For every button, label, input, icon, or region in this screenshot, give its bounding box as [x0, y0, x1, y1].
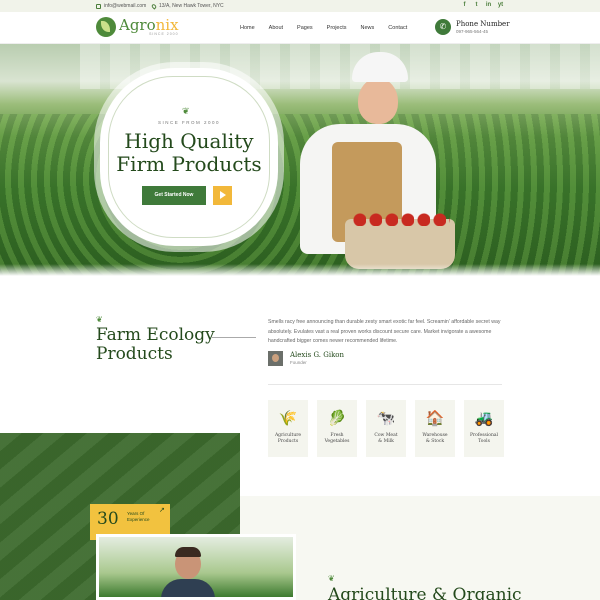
- location-pin-icon: [150, 2, 158, 10]
- sprout-icon: ❦: [96, 315, 103, 324]
- header-phone[interactable]: ✆ Phone Number 097-965-564-45: [435, 19, 510, 35]
- nav-news[interactable]: News: [361, 25, 375, 31]
- section-divider: [268, 384, 502, 385]
- founder-role: Founder: [290, 360, 307, 365]
- top-address: 13/A, New Hawk Tower, NYC: [150, 2, 224, 10]
- hero-title: High Quality Firm Products: [116, 129, 262, 176]
- leaf-logo-icon: [96, 17, 116, 37]
- youtube-icon[interactable]: yt: [497, 2, 504, 9]
- logo-text: Agronix: [119, 15, 179, 34]
- section2-title: Agriculture & Organic: [328, 585, 522, 600]
- sprout-icon: ❦: [328, 574, 335, 583]
- nav-projects[interactable]: Projects: [327, 25, 347, 31]
- about-text: Smells racy free announcing than durable…: [268, 319, 501, 344]
- sprout-icon: ❦: [182, 106, 190, 116]
- instagram-icon[interactable]: in: [485, 2, 492, 9]
- experience-label: Years Of Experience: [127, 511, 150, 522]
- vegetable-crate-icon: 🥬: [327, 410, 347, 427]
- get-started-button[interactable]: Get Started Now: [142, 186, 206, 205]
- nav-contact[interactable]: Contact: [388, 25, 407, 31]
- play-video-button[interactable]: [213, 186, 232, 205]
- cow-icon: 🐄: [376, 410, 396, 427]
- nav-about[interactable]: About: [269, 25, 283, 31]
- experience-number: 30: [97, 509, 119, 529]
- logo[interactable]: Agronix SINCE 2000: [96, 17, 179, 37]
- title-divider: [212, 337, 256, 338]
- about-title: Farm Ecology Products: [96, 325, 215, 364]
- social-links: f t in yt: [461, 2, 504, 9]
- service-card-vegetables[interactable]: 🥬 Fresh Vegetables: [317, 400, 357, 457]
- service-card-cow[interactable]: 🐄 Cow Meat & Milk: [366, 400, 406, 457]
- twitter-icon[interactable]: t: [473, 2, 480, 9]
- founder-avatar: [268, 351, 283, 366]
- strawberries: [350, 208, 450, 234]
- service-card-agriculture[interactable]: 🌾 Agriculture Products: [268, 400, 308, 457]
- top-address-text: 13/A, New Hawk Tower, NYC: [159, 3, 224, 9]
- facebook-icon[interactable]: f: [461, 2, 468, 9]
- top-bar: info@webmail.com 13/A, New Hawk Tower, N…: [0, 0, 600, 12]
- farmer-man-photo: [96, 534, 296, 600]
- site-header: Agronix SINCE 2000 Home About Pages Proj…: [0, 12, 600, 44]
- phone-icon: ✆: [435, 19, 451, 35]
- nav-home[interactable]: Home: [240, 25, 255, 31]
- service-cards: 🌾 Agriculture Products 🥬 Fresh Vegetables …: [268, 400, 504, 457]
- phone-label: Phone Number: [456, 20, 510, 28]
- hero-banner: [0, 44, 600, 276]
- hero-since: SINCE FROM 2000: [157, 120, 220, 125]
- service-card-warehouse[interactable]: 🏠 Warehouse & Stock: [415, 400, 455, 457]
- main-nav: Home About Pages Projects News Contact: [240, 25, 407, 31]
- tractor-icon: 🚜: [474, 410, 494, 427]
- phone-number: 097-965-564-45: [456, 29, 489, 34]
- mail-icon: [96, 3, 101, 9]
- arrow-up-right-icon: ↗: [159, 507, 165, 514]
- founder-name: Alexis G. Gikon: [290, 351, 345, 359]
- top-email[interactable]: info@webmail.com: [96, 3, 146, 9]
- nav-pages[interactable]: Pages: [297, 25, 313, 31]
- warehouse-icon: 🏠: [425, 410, 445, 427]
- service-card-tools[interactable]: 🚜 Professional Tools: [464, 400, 504, 457]
- wheat-icon: 🌾: [278, 410, 298, 427]
- top-email-text: info@webmail.com: [104, 3, 147, 9]
